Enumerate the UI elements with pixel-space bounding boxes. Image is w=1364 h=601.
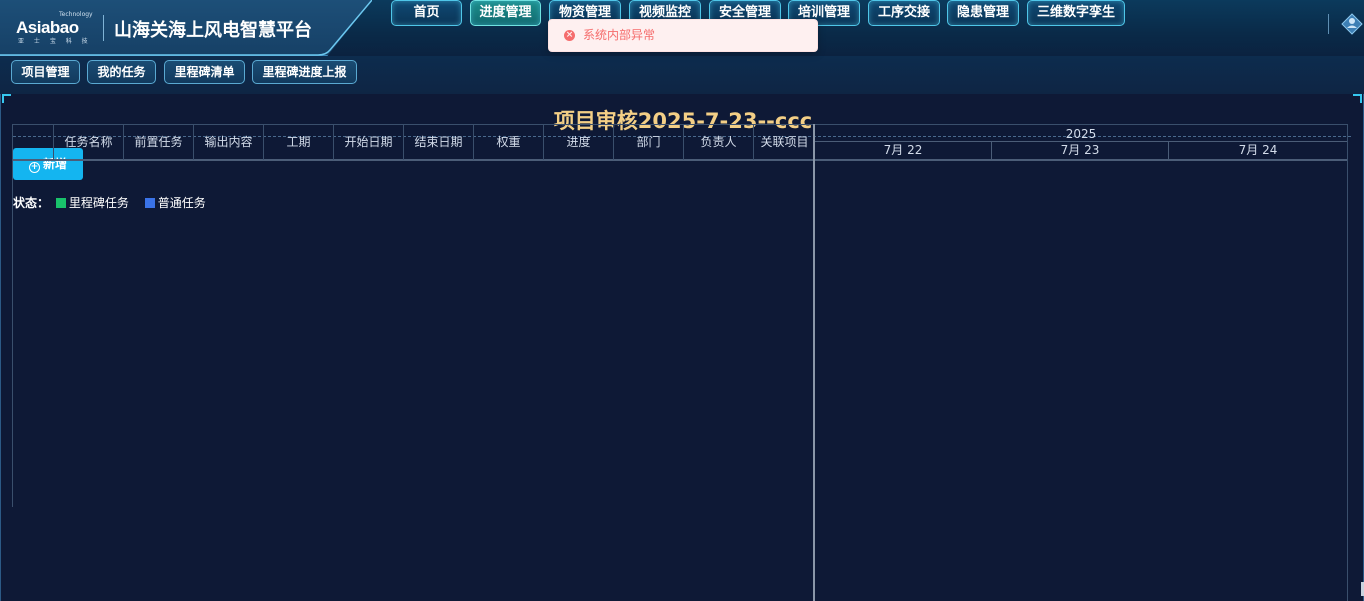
toast-message: 系统内部异常 bbox=[583, 28, 656, 42]
platform-title: 山海关海上风电智慧平台 bbox=[114, 20, 312, 41]
company-logo: Technology Asiabao 亚 士 宝 科 技 bbox=[14, 10, 93, 45]
sub-navigation: 项目管理 我的任务 里程碑清单 里程碑进度上报 bbox=[0, 56, 1364, 94]
gantt-grid: 任务名称 前置任务 输出内容 工期 开始日期 结束日期 权重 进度 部门 负责人… bbox=[12, 124, 815, 507]
timeline-day: 7月 24 bbox=[1169, 142, 1348, 161]
subnav-my-tasks[interactable]: 我的任务 bbox=[87, 60, 156, 84]
column-header-start-date[interactable]: 开始日期 bbox=[334, 125, 404, 160]
subnav-milestone-report[interactable]: 里程碑进度上报 bbox=[252, 60, 357, 84]
column-header-weight[interactable]: 权重 bbox=[474, 125, 544, 160]
panel-corner-top-left bbox=[2, 94, 11, 103]
panel-corner-top-right bbox=[1353, 94, 1362, 103]
brand-divider bbox=[103, 15, 104, 41]
logo-wordmark: Asiabao bbox=[16, 18, 79, 37]
timeline-right-border bbox=[1347, 124, 1348, 601]
subnav-milestone-list[interactable]: 里程碑清单 bbox=[164, 60, 245, 84]
gantt-timeline: 2025 7月 22 7月 23 7月 24 bbox=[815, 124, 1348, 507]
nav-digital-twin[interactable]: 三维数字孪生 bbox=[1027, 0, 1125, 26]
column-header-select[interactable] bbox=[13, 125, 54, 160]
column-header-department[interactable]: 部门 bbox=[614, 125, 684, 160]
column-header-linked-project[interactable]: 关联项目 bbox=[754, 125, 815, 160]
user-icon[interactable] bbox=[1340, 12, 1364, 36]
column-header-progress[interactable]: 进度 bbox=[544, 125, 614, 160]
logo-subtitle: 亚 士 宝 科 技 bbox=[18, 38, 92, 45]
timeline-year: 2025 bbox=[815, 124, 1348, 142]
error-circle-icon: × bbox=[564, 30, 575, 41]
error-toast: × 系统内部异常 bbox=[548, 19, 818, 52]
column-header-end-date[interactable]: 结束日期 bbox=[404, 125, 474, 160]
logo-trademark: Technology bbox=[59, 11, 93, 18]
column-header-duration[interactable]: 工期 bbox=[264, 125, 334, 160]
subnav-project-management[interactable]: 项目管理 bbox=[11, 60, 80, 84]
column-header-output[interactable]: 输出内容 bbox=[194, 125, 264, 160]
timeline-day: 7月 23 bbox=[992, 142, 1169, 161]
nav-progress[interactable]: 进度管理 bbox=[470, 0, 541, 26]
nav-home[interactable]: 首页 bbox=[391, 0, 462, 26]
timeline-day: 7月 22 bbox=[815, 142, 992, 161]
header-divider bbox=[1328, 14, 1329, 34]
column-header-owner[interactable]: 负责人 bbox=[684, 125, 754, 160]
gantt-grid-header: 任务名称 前置任务 输出内容 工期 开始日期 结束日期 权重 进度 部门 负责人… bbox=[13, 124, 815, 161]
nav-handover[interactable]: 工序交接 bbox=[868, 0, 940, 26]
nav-hazard[interactable]: 隐患管理 bbox=[947, 0, 1019, 26]
column-header-task-name[interactable]: 任务名称 bbox=[54, 125, 124, 160]
column-header-predecessor[interactable]: 前置任务 bbox=[124, 125, 194, 160]
